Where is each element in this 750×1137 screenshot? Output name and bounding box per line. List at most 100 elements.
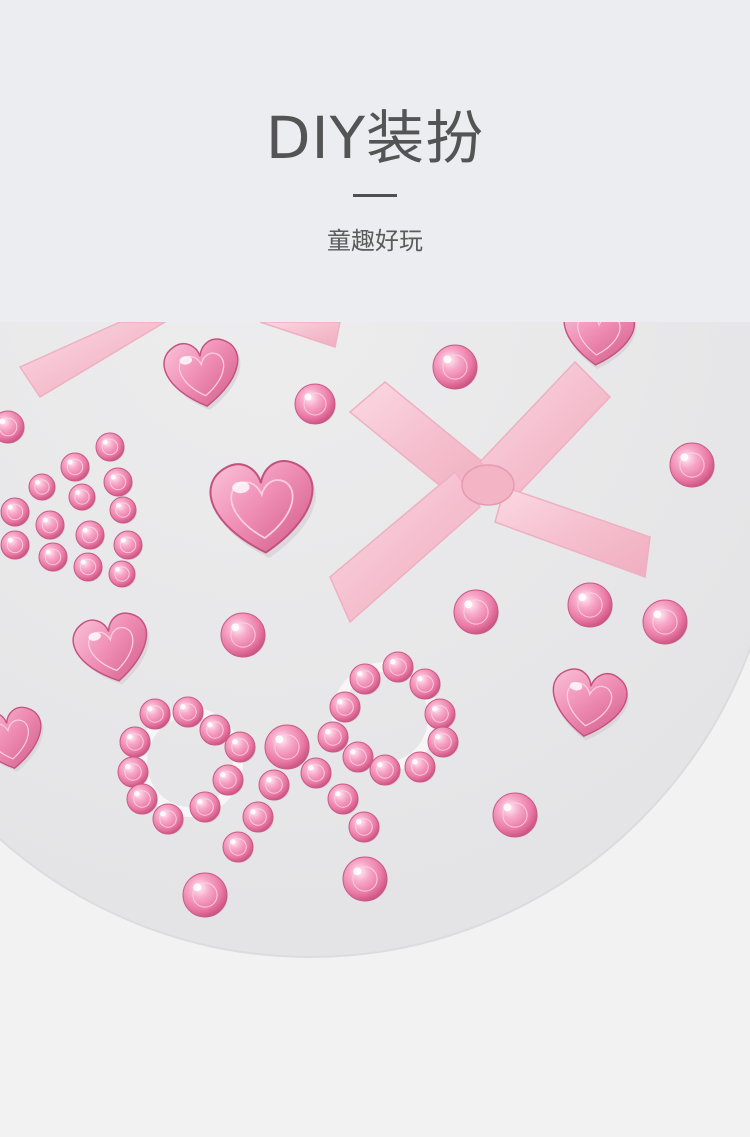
rhinestone — [113, 530, 143, 560]
rhinestone — [182, 872, 228, 918]
rhinestone-sparkle — [230, 839, 236, 845]
section-subtitle: 童趣好玩 — [327, 227, 423, 255]
rhinestone-sparkle — [116, 503, 121, 508]
rhinestone — [35, 510, 65, 540]
product-detail-page: DIY装扮 童趣好玩 — [0, 0, 750, 1137]
rhinestone-body — [75, 520, 105, 550]
rhinestone-body — [317, 721, 349, 753]
rhinestone-sparkle — [325, 729, 331, 735]
rhinestone-body — [432, 344, 478, 390]
rhinestone-body — [0, 530, 30, 560]
rhinestone-body — [108, 560, 136, 588]
rhinestone-sparkle — [120, 537, 126, 543]
rhinestone — [212, 764, 244, 796]
rhinestone — [642, 599, 688, 645]
rhinestone — [294, 383, 336, 425]
rhinestone-sparkle — [443, 355, 452, 364]
rhinestone — [409, 668, 441, 700]
rhinestone-body — [382, 651, 414, 683]
rhinestone-sparkle — [232, 739, 238, 745]
rhinestone-sparkle — [353, 867, 362, 876]
rhinestone — [139, 698, 171, 730]
rhinestone-body — [242, 801, 274, 833]
rhinestone-body — [294, 383, 336, 425]
rhinestone-sparkle — [578, 593, 587, 602]
rhinestone-sparkle — [180, 704, 186, 710]
rhinestone — [427, 726, 459, 758]
rhinestone — [109, 496, 137, 524]
rhinestone — [258, 769, 290, 801]
rhinestone-body — [0, 497, 30, 527]
rhinestone-sparkle — [417, 676, 423, 682]
rhinestone-sparkle — [390, 659, 396, 665]
rhinestone — [103, 467, 133, 497]
rhinestone-sparkle — [250, 809, 256, 815]
rhinestone-sparkle — [7, 504, 13, 510]
rhinestone-body — [73, 552, 103, 582]
rhinestone — [95, 432, 125, 462]
rhinestone-body — [409, 668, 441, 700]
rhinestone-body — [95, 432, 125, 462]
rhinestone-sparkle — [42, 517, 48, 523]
rhinestone — [369, 754, 401, 786]
rhinestone-sparkle — [266, 777, 272, 783]
rhinestone — [28, 473, 56, 501]
rhinestone-body — [35, 510, 65, 540]
rhinestone-sparkle — [377, 762, 383, 768]
rhinestone-sparkle — [75, 490, 80, 495]
rhinestone — [492, 792, 538, 838]
rhinestone-sparkle — [147, 706, 153, 712]
rhinestone — [189, 791, 221, 823]
rhinestone — [68, 483, 96, 511]
rhinestone-body — [38, 542, 68, 572]
rhinestone-sparkle — [35, 480, 40, 485]
rhinestone-sparkle — [82, 527, 88, 533]
rhinestone-sparkle — [356, 819, 362, 825]
rhinestone — [669, 442, 715, 488]
rhinestone-sparkle — [160, 811, 166, 817]
rhinestone-body — [28, 473, 56, 501]
rhinestone — [75, 520, 105, 550]
rhinestone — [0, 497, 30, 527]
rhinestone-sparkle — [275, 735, 284, 744]
rhinestone — [73, 552, 103, 582]
rhinestone-sparkle — [231, 623, 240, 632]
rhinestone — [327, 783, 359, 815]
section-header: DIY装扮 童趣好玩 — [0, 0, 750, 322]
rhinestone-sparkle — [680, 453, 689, 462]
rhinestone — [152, 803, 184, 835]
rhinestone-sparkle — [193, 883, 202, 892]
rhinestone — [242, 801, 274, 833]
rhinestone-body — [327, 783, 359, 815]
rhinestone-body — [264, 724, 310, 770]
rhinestone-body — [300, 757, 332, 789]
rhinestone — [342, 856, 388, 902]
rhinestone-sparkle — [220, 772, 226, 778]
rhinestone-body — [172, 696, 204, 728]
rhinestone-body — [329, 691, 361, 723]
rhinestone-body — [342, 741, 374, 773]
rhinestone-body — [109, 496, 137, 524]
rhinestone-body — [427, 726, 459, 758]
rhinestone-body — [139, 698, 171, 730]
rhinestone-sparkle — [412, 759, 418, 765]
rhinestone-body — [199, 714, 231, 746]
rhinestone-sparkle — [45, 549, 51, 555]
rhinestone-sparkle — [7, 537, 13, 543]
rhinestone — [342, 741, 374, 773]
rhinestone-body — [119, 726, 151, 758]
rhinestone-body — [369, 754, 401, 786]
rhinestone-sparkle — [350, 749, 356, 755]
rhinestone-body — [220, 612, 266, 658]
rhinestone — [382, 651, 414, 683]
rhinestone-body — [567, 582, 613, 628]
rhinestone — [224, 731, 256, 763]
rhinestone-sparkle — [110, 474, 116, 480]
rhinestone — [424, 698, 456, 730]
rhinestone — [38, 542, 68, 572]
section-title: DIY装扮 — [265, 104, 485, 172]
rhinestone-sparkle — [115, 567, 120, 572]
rhinestone-sparkle — [335, 791, 341, 797]
rhinestone — [264, 724, 310, 770]
rhinestone — [220, 612, 266, 658]
